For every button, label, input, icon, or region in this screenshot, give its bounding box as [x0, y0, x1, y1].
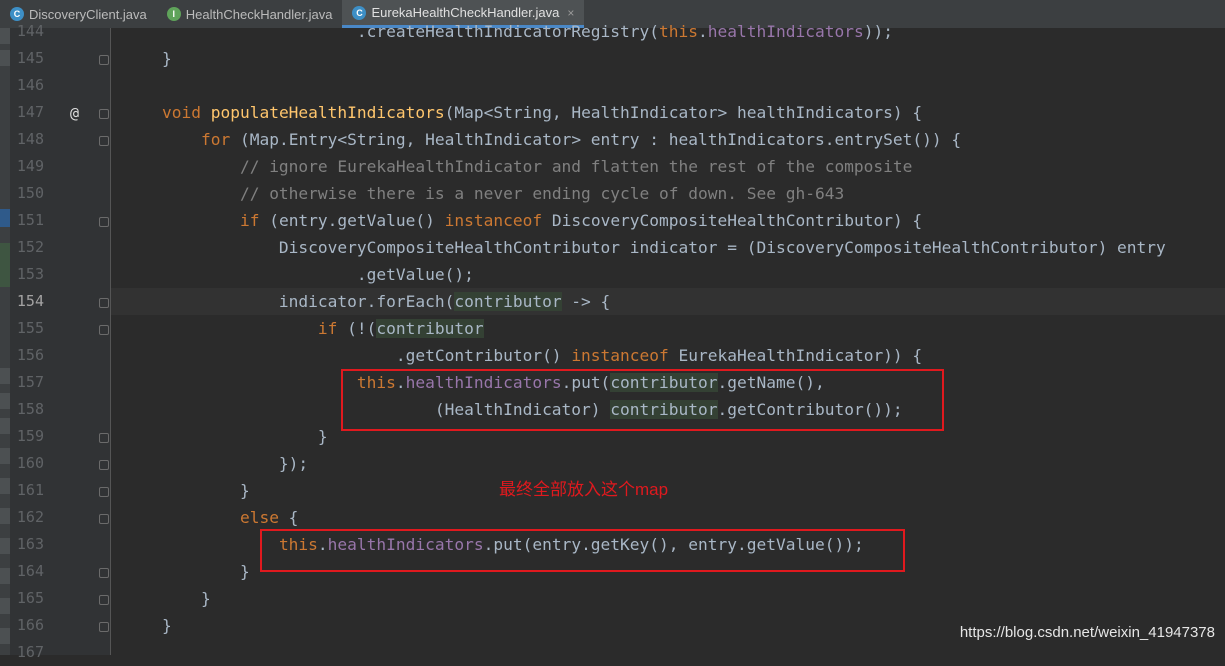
line-number: 146 — [16, 76, 44, 94]
panel-mark — [0, 243, 10, 287]
line-number: 144 — [16, 22, 44, 40]
line-number: 156 — [16, 346, 44, 364]
panel-selection — [0, 209, 10, 227]
code-line[interactable]: DiscoveryCompositeHealthContributor indi… — [123, 234, 1225, 261]
line-number: 151 — [16, 211, 44, 229]
line-number: 147 — [16, 103, 44, 121]
fold-toggle-icon[interactable] — [99, 433, 109, 443]
code-line[interactable]: } — [123, 477, 1225, 504]
fold-toggle-icon[interactable] — [99, 55, 109, 65]
panel-mark — [0, 448, 10, 464]
panel-mark — [0, 418, 10, 434]
line-number: 152 — [16, 238, 44, 256]
code-line[interactable]: for (Map.Entry<String, HealthIndicator> … — [123, 126, 1225, 153]
code-line[interactable]: else { — [123, 504, 1225, 531]
line-number: 149 — [16, 157, 44, 175]
fold-toggle-icon[interactable] — [99, 622, 109, 632]
line-number: 145 — [16, 49, 44, 67]
panel-mark — [0, 568, 10, 584]
code-line[interactable]: indicator.forEach(contributor -> { — [123, 288, 1225, 315]
line-number: 154 — [16, 292, 44, 310]
project-panel-strip[interactable] — [0, 28, 10, 655]
fold-toggle-icon[interactable] — [99, 595, 109, 605]
code-line[interactable]: .createHealthIndicatorRegistry(this.heal… — [123, 18, 1225, 45]
line-number: 163 — [16, 535, 44, 553]
panel-mark — [0, 478, 10, 494]
line-number: 150 — [16, 184, 44, 202]
panel-mark — [0, 368, 10, 384]
line-number: 157 — [16, 373, 44, 391]
panel-mark — [0, 538, 10, 554]
panel-mark — [0, 393, 10, 409]
line-number: 158 — [16, 400, 44, 418]
code-line[interactable] — [123, 72, 1225, 99]
line-number: 162 — [16, 508, 44, 526]
code-line[interactable]: .getContributor() instanceof EurekaHealt… — [123, 342, 1225, 369]
code-line[interactable]: .getValue(); — [123, 261, 1225, 288]
fold-toggle-icon[interactable] — [99, 460, 109, 470]
watermark: https://blog.csdn.net/weixin_41947378 — [959, 624, 1215, 641]
code-line[interactable]: }); — [123, 450, 1225, 477]
panel-mark — [0, 50, 10, 66]
code-line[interactable]: void populateHealthIndicators(Map<String… — [123, 99, 1225, 126]
code-line[interactable] — [123, 639, 1225, 666]
highlight-box-lambda-put — [341, 369, 944, 431]
code-line[interactable]: // otherwise there is a never ending cyc… — [123, 180, 1225, 207]
panel-mark — [0, 28, 10, 44]
line-number: 167 — [16, 643, 44, 661]
code-line[interactable]: if (entry.getValue() instanceof Discover… — [123, 207, 1225, 234]
panel-mark — [0, 598, 10, 614]
annotation-text: 最终全部放入这个map — [499, 480, 669, 499]
line-number: 161 — [16, 481, 44, 499]
fold-toggle-icon[interactable] — [99, 514, 109, 524]
line-number: 155 — [16, 319, 44, 337]
line-number: 166 — [16, 616, 44, 634]
line-number: 160 — [16, 454, 44, 472]
code-line[interactable]: if (!(contributor — [123, 315, 1225, 342]
code-line[interactable]: } — [123, 45, 1225, 72]
override-marker-icon[interactable]: @ — [70, 104, 79, 122]
code-line[interactable]: } — [123, 585, 1225, 612]
fold-toggle-icon[interactable] — [99, 568, 109, 578]
fold-toggle-icon[interactable] — [99, 325, 109, 335]
line-number: 153 — [16, 265, 44, 283]
panel-mark — [0, 628, 10, 644]
line-number: 164 — [16, 562, 44, 580]
code-line[interactable]: // ignore EurekaHealthIndicator and flat… — [123, 153, 1225, 180]
fold-toggle-icon[interactable] — [99, 487, 109, 497]
line-number: 165 — [16, 589, 44, 607]
fold-toggle-icon[interactable] — [99, 298, 109, 308]
highlight-box-else-put — [260, 529, 905, 572]
fold-toggle-icon[interactable] — [99, 109, 109, 119]
line-number: 159 — [16, 427, 44, 445]
line-number: 148 — [16, 130, 44, 148]
fold-toggle-icon[interactable] — [99, 136, 109, 146]
fold-toggle-icon[interactable] — [99, 217, 109, 227]
panel-mark — [0, 508, 10, 524]
